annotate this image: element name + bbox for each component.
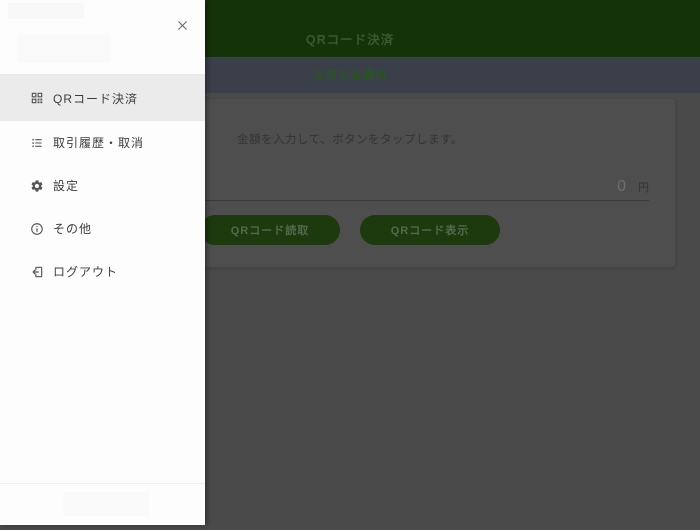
menu-item-label: その他 <box>53 222 93 236</box>
menu-item-qr-payment[interactable]: QRコード決済 <box>0 75 205 121</box>
logout-icon <box>30 265 44 279</box>
close-drawer-button[interactable] <box>171 16 193 38</box>
menu-item-label: QRコード決済 <box>53 91 139 106</box>
qr-code-icon <box>30 91 44 105</box>
menu-item-others[interactable]: その他 <box>0 207 205 250</box>
drawer-menu: QRコード決済 取引履歴・取消 設定 その他 ログアウト <box>0 75 205 293</box>
close-icon <box>176 19 189 35</box>
gear-icon <box>30 179 44 193</box>
menu-item-label: 取引履歴・取消 <box>53 136 145 150</box>
footer-logo-placeholder <box>63 492 150 516</box>
menu-item-history[interactable]: 取引履歴・取消 <box>0 121 205 164</box>
drawer-footer <box>0 483 205 525</box>
drawer-backdrop[interactable] <box>205 0 700 525</box>
list-icon <box>30 136 44 150</box>
menu-item-label: 設定 <box>53 179 80 193</box>
navigation-drawer: QRコード決済 取引履歴・取消 設定 その他 ログアウト <box>0 0 205 525</box>
merchant-info-placeholder <box>17 35 111 63</box>
menu-item-logout[interactable]: ログアウト <box>0 250 205 293</box>
drawer-header <box>0 0 205 75</box>
menu-item-label: ログアウト <box>53 265 119 279</box>
logo-placeholder <box>8 3 84 19</box>
info-icon <box>30 222 44 236</box>
menu-item-settings[interactable]: 設定 <box>0 164 205 207</box>
